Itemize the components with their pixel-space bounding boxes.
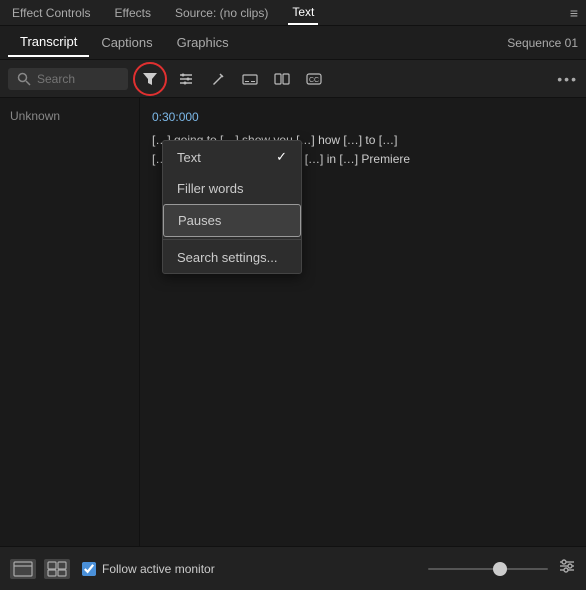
pen-icon: [210, 71, 226, 87]
clip-icon: [13, 561, 33, 577]
top-bar: Effect Controls Effects Source: (no clip…: [0, 0, 586, 26]
speaker-column: Unknown: [0, 98, 140, 546]
dropdown-item-text[interactable]: Text ✓: [163, 141, 301, 173]
tab-effects[interactable]: Effects: [110, 2, 154, 24]
bottom-icon-2[interactable]: [44, 559, 70, 579]
grid-icon: [47, 561, 67, 577]
dropdown-menu: Text ✓ Filler words Pauses Search settin…: [162, 140, 302, 274]
slider-area: [223, 557, 576, 580]
toolbar: CC •••: [0, 60, 586, 98]
caption-track-icon: [242, 71, 258, 87]
dropdown-item-search-settings[interactable]: Search settings...: [163, 242, 301, 273]
follow-monitor-label: Follow active monitor: [102, 562, 215, 576]
dropdown-divider: [163, 239, 301, 240]
filter-icon: [142, 71, 158, 87]
more-options-button[interactable]: •••: [557, 71, 578, 87]
tab-transcript[interactable]: Transcript: [8, 28, 89, 57]
scene-icon: [274, 71, 290, 87]
sliders-icon: [178, 71, 194, 87]
tab-graphics[interactable]: Graphics: [165, 29, 241, 56]
tab-effect-controls[interactable]: Effect Controls: [8, 2, 94, 24]
dropdown-item-text-label: Text: [177, 150, 201, 165]
timestamp: 0:30:000: [152, 108, 574, 127]
svg-text:CC: CC: [309, 77, 319, 84]
cc-icon: CC: [306, 71, 322, 87]
bottom-bar: Follow active monitor: [0, 546, 586, 590]
filter-button[interactable]: [136, 65, 164, 93]
slider-thumb[interactable]: [493, 562, 507, 576]
hamburger-menu-icon[interactable]: ≡: [570, 5, 578, 21]
tab-captions[interactable]: Captions: [89, 29, 164, 56]
search-input[interactable]: [37, 72, 117, 86]
dropdown-item-filler-label: Filler words: [177, 181, 243, 196]
scene-button[interactable]: [268, 65, 296, 93]
dropdown-item-pauses[interactable]: Pauses: [163, 204, 301, 237]
slider-track[interactable]: [428, 568, 548, 570]
bottom-icon-1[interactable]: [10, 559, 36, 579]
caption-track-button[interactable]: [236, 65, 264, 93]
follow-monitor-checkbox[interactable]: [82, 562, 96, 576]
filter-button-wrapper[interactable]: [132, 61, 168, 97]
search-icon: [16, 71, 32, 87]
tab-source[interactable]: Source: (no clips): [171, 2, 272, 24]
dropdown-item-pauses-label: Pauses: [178, 213, 221, 228]
tab-row: Transcript Captions Graphics Sequence 01: [0, 26, 586, 60]
bottom-settings-icon[interactable]: [558, 557, 576, 580]
follow-monitor-wrapper: Follow active monitor: [82, 562, 215, 576]
content-area: Unknown 0:30:000 […] going to […] show y…: [0, 98, 586, 546]
dropdown-item-search-settings-label: Search settings...: [177, 250, 277, 265]
settings-sliders-button[interactable]: [172, 65, 200, 93]
sequence-label: Sequence 01: [507, 36, 578, 50]
checkmark-icon: ✓: [276, 149, 287, 165]
tab-text[interactable]: Text: [288, 1, 318, 25]
search-box[interactable]: [8, 68, 128, 90]
pen-tool-button[interactable]: [204, 65, 232, 93]
cc-button[interactable]: CC: [300, 65, 328, 93]
settings-sliders-bottom-icon: [558, 557, 576, 575]
dropdown-item-filler[interactable]: Filler words: [163, 173, 301, 204]
speaker-label: Unknown: [10, 109, 60, 123]
